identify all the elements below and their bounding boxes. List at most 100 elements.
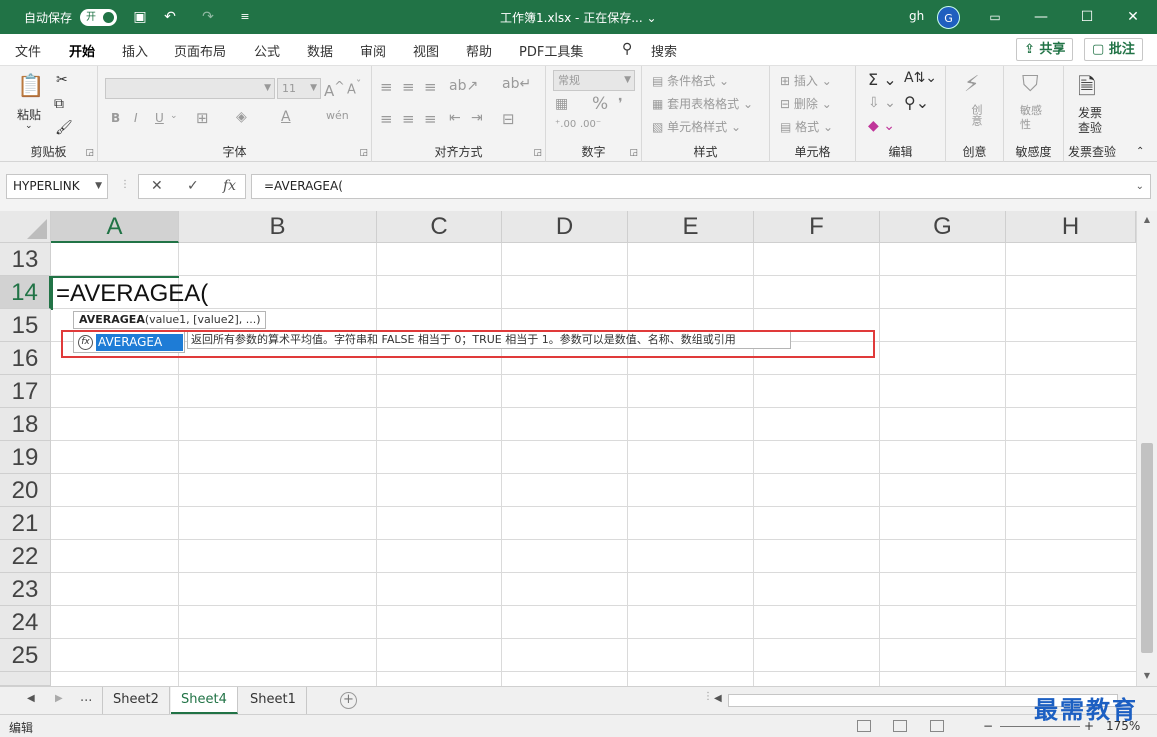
redo-icon[interactable]: ↷ <box>199 8 217 26</box>
sensitivity-button[interactable]: 敏感性 <box>1020 104 1050 132</box>
tab-view[interactable]: 视图 <box>413 41 439 60</box>
avatar[interactable]: G <box>937 6 960 29</box>
maximize-icon[interactable]: ☐ <box>1064 0 1110 34</box>
row-header[interactable]: 13 <box>0 243 51 276</box>
comments-button[interactable]: ▢ 批注 <box>1084 38 1143 61</box>
normal-view-icon[interactable] <box>857 720 871 732</box>
format-painter-icon[interactable]: 🖌 <box>55 120 73 136</box>
cancel-icon[interactable]: ✕ <box>151 178 163 194</box>
active-cell-text[interactable]: =AVERAGEA( <box>56 280 208 308</box>
font-size-select[interactable]: 11 ▼ <box>277 78 321 99</box>
format-cells-button[interactable]: ▤ 格式 ⌄ <box>780 118 833 135</box>
row-header[interactable]: 20 <box>0 474 51 507</box>
column-header-f[interactable]: F <box>754 211 880 243</box>
row-header[interactable]: 21 <box>0 507 51 540</box>
number-launcher-icon[interactable]: ◲ <box>629 148 638 158</box>
cut-icon[interactable]: ✂ <box>56 72 68 88</box>
formula-input[interactable]: =AVERAGEA(⌄ <box>251 174 1151 199</box>
format-as-table-button[interactable]: ▦ 套用表格格式 ⌄ <box>652 95 753 112</box>
column-header-c[interactable]: C <box>377 211 502 243</box>
customize-icon[interactable]: ≡ <box>236 8 254 26</box>
paste-icon[interactable]: 📋 <box>17 74 44 99</box>
row-header[interactable]: 16 <box>0 342 51 375</box>
column-header-e[interactable]: E <box>628 211 754 243</box>
accounting-format-icon[interactable]: ▦ <box>555 96 568 112</box>
column-header-g[interactable]: G <box>880 211 1006 243</box>
font-color-icon[interactable]: A <box>281 109 291 125</box>
number-format-select[interactable]: 常规 ▼ <box>553 70 635 91</box>
column-header-d[interactable]: D <box>502 211 628 243</box>
conditional-formatting-button[interactable]: ▤ 条件格式 ⌄ <box>652 72 729 89</box>
tab-page-layout[interactable]: 页面布局 <box>174 41 226 60</box>
align-right-icon[interactable]: ≡ <box>424 110 437 128</box>
fill-icon[interactable]: ⇩ ⌄ <box>868 95 896 111</box>
autosum-icon[interactable]: Σ ⌄ <box>868 70 897 89</box>
sheet-tab-sheet2[interactable]: Sheet2 <box>102 687 170 714</box>
spreadsheet-grid[interactable]: A B C D E F G H 13 14 15 16 17 18 19 20 … <box>0 211 1136 686</box>
clipboard-launcher-icon[interactable]: ◲ <box>85 148 94 158</box>
tab-help[interactable]: 帮助 <box>466 41 492 60</box>
sheet-tab-sheet4[interactable]: Sheet4 <box>171 687 238 714</box>
tab-formulas[interactable]: 公式 <box>254 41 280 60</box>
row-header[interactable]: 24 <box>0 606 51 639</box>
percent-icon[interactable]: % <box>592 94 608 114</box>
sheet-tab-sheet1[interactable]: Sheet1 <box>240 687 307 714</box>
alignment-launcher-icon[interactable]: ◲ <box>533 148 542 158</box>
invoice-button-line2[interactable]: 查验 <box>1078 119 1102 136</box>
column-header-h[interactable]: H <box>1006 211 1136 243</box>
increase-indent-icon[interactable]: ⇥ <box>471 110 483 126</box>
scroll-left-icon[interactable]: ◀ <box>714 693 722 704</box>
vertical-scroll-thumb[interactable] <box>1141 443 1153 653</box>
undo-icon[interactable]: ↶ <box>161 8 179 26</box>
chevron-down-icon[interactable]: ▼ <box>95 175 102 198</box>
borders-icon[interactable]: ⊞ <box>196 109 209 127</box>
select-all-button[interactable] <box>0 211 51 243</box>
row-header[interactable]: 18 <box>0 408 51 441</box>
column-header-a[interactable]: A <box>51 211 179 243</box>
row-header[interactable]: 19 <box>0 441 51 474</box>
cell-styles-button[interactable]: ▧ 单元格样式 ⌄ <box>652 118 741 135</box>
signature-function-name[interactable]: AVERAGEA <box>79 313 145 326</box>
previous-sheet-icon[interactable]: ◀ <box>27 693 35 704</box>
zoom-out-button[interactable]: − <box>983 719 993 733</box>
tab-insert[interactable]: 插入 <box>122 41 148 60</box>
lightning-icon[interactable]: ⚡ <box>964 72 979 97</box>
ribbon-display-icon[interactable]: ▭ <box>972 0 1018 34</box>
phonetic-icon[interactable]: wén <box>326 109 349 122</box>
tab-home[interactable]: 开始 <box>69 41 96 69</box>
paste-dropdown-icon[interactable]: ⌄ <box>25 121 33 131</box>
increase-decimal-icon[interactable]: ⁺.00 <box>555 119 576 130</box>
tab-pdf-tools[interactable]: PDF工具集 <box>519 41 583 60</box>
minimize-icon[interactable]: — <box>1018 0 1064 34</box>
align-left-icon[interactable]: ≡ <box>380 110 393 128</box>
decrease-decimal-icon[interactable]: .00⁻ <box>580 119 601 130</box>
row-header[interactable]: 23 <box>0 573 51 606</box>
row-header[interactable]: 25 <box>0 639 51 672</box>
add-sheet-button[interactable]: + <box>340 692 357 709</box>
ideas-button[interactable]: 创意 <box>968 104 984 126</box>
search-icon[interactable]: ⚲ <box>622 41 632 57</box>
page-break-view-icon[interactable] <box>930 720 944 732</box>
collapse-ribbon-icon[interactable]: ⌃ <box>1136 146 1144 157</box>
wrap-text-icon[interactable]: ab↵ <box>502 76 531 92</box>
sort-filter-icon[interactable]: A⇅⌄ <box>904 70 937 86</box>
function-signature-tooltip[interactable]: AVERAGEA(value1, [value2], ...) <box>73 311 266 329</box>
orientation-icon[interactable]: ab↗ <box>449 78 478 94</box>
row-header[interactable]: 17 <box>0 375 51 408</box>
align-center-icon[interactable]: ≡ <box>402 110 415 128</box>
font-launcher-icon[interactable]: ◲ <box>359 148 368 158</box>
insert-function-icon[interactable]: fx <box>223 178 236 194</box>
shrink-font-icon[interactable]: Aˇ <box>347 78 361 97</box>
bold-button[interactable]: B <box>111 111 120 125</box>
close-icon[interactable]: ✕ <box>1110 0 1156 34</box>
next-sheet-icon[interactable]: ▶ <box>55 693 63 704</box>
search-label[interactable]: 搜索 <box>651 41 677 60</box>
merge-center-icon[interactable]: ⊟ <box>502 110 515 128</box>
page-layout-view-icon[interactable] <box>893 720 907 732</box>
column-header-b[interactable]: B <box>179 211 377 243</box>
enter-icon[interactable]: ✓ <box>187 178 199 194</box>
tab-data[interactable]: 数据 <box>307 41 333 60</box>
vertical-scrollbar[interactable]: ▲ ▼ <box>1136 211 1157 686</box>
grow-font-icon[interactable]: A^ <box>324 78 345 100</box>
autosave-toggle[interactable]: 开 <box>80 9 117 26</box>
